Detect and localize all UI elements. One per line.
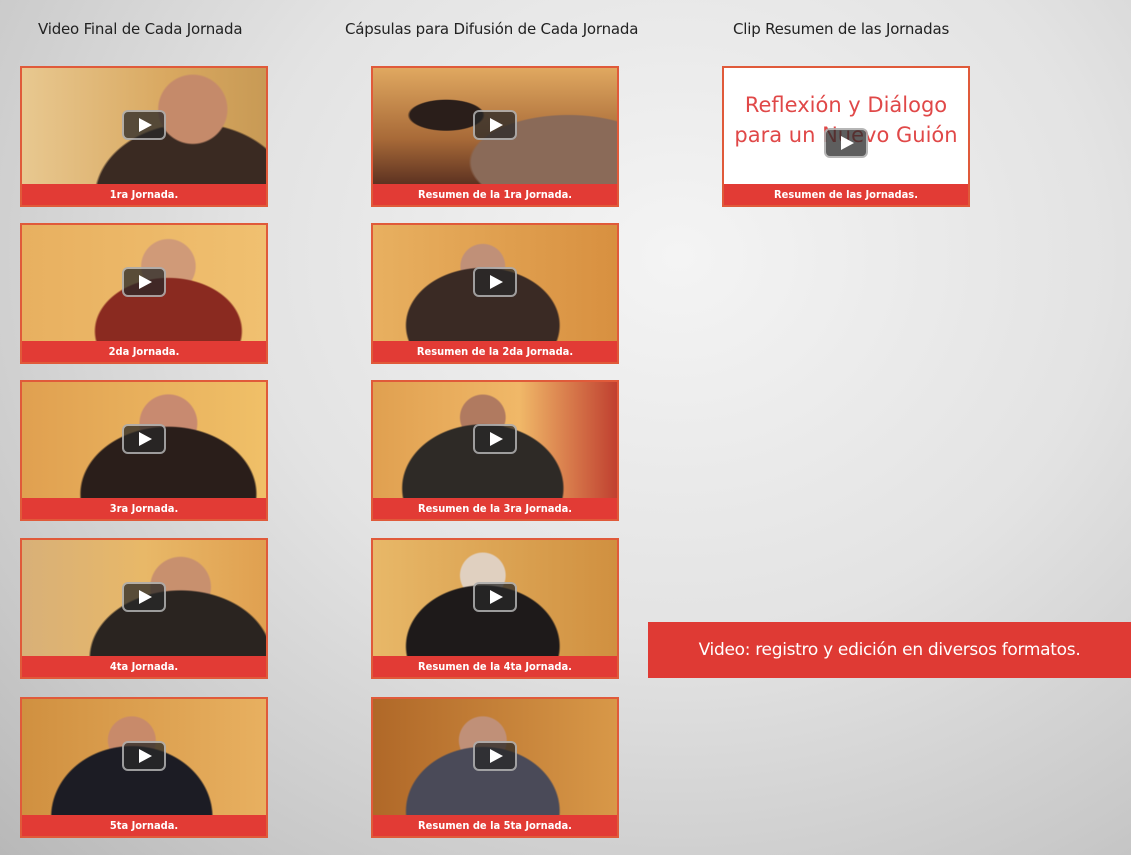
play-icon[interactable]: [473, 110, 517, 140]
video-caption: Resumen de la 1ra Jornada.: [373, 184, 617, 205]
video-caption: 4ta Jornada.: [22, 656, 266, 677]
video-thumb-capsule-1[interactable]: Resumen de la 1ra Jornada.: [371, 66, 619, 207]
video-thumb-capsule-4[interactable]: Resumen de la 4ta Jornada.: [371, 538, 619, 679]
play-icon[interactable]: [473, 424, 517, 454]
play-icon[interactable]: [122, 110, 166, 140]
video-thumb-final-5[interactable]: 5ta Jornada.: [20, 697, 268, 838]
video-caption: 2da Jornada.: [22, 341, 266, 362]
video-caption: Resumen de la 4ta Jornada.: [373, 656, 617, 677]
video-caption: Resumen de la 3ra Jornada.: [373, 498, 617, 519]
video-caption: Resumen de la 5ta Jornada.: [373, 815, 617, 836]
play-icon[interactable]: [473, 582, 517, 612]
video-thumb-capsule-5[interactable]: Resumen de la 5ta Jornada.: [371, 697, 619, 838]
video-thumb-capsule-2[interactable]: Resumen de la 2da Jornada.: [371, 223, 619, 364]
video-services-banner: Video: registro y edición en diversos fo…: [648, 622, 1131, 678]
video-caption: 1ra Jornada.: [22, 184, 266, 205]
video-thumb-final-2[interactable]: 2da Jornada.: [20, 223, 268, 364]
video-thumb-final-3[interactable]: 3ra Jornada.: [20, 380, 268, 521]
video-thumb-final-4[interactable]: 4ta Jornada.: [20, 538, 268, 679]
play-icon[interactable]: [122, 741, 166, 771]
video-thumbnail-image: Reflexión y Diálogo para un Nuevo Guión: [724, 68, 968, 186]
play-icon[interactable]: [473, 267, 517, 297]
column-title-capsulas: Cápsulas para Difusión de Cada Jornada: [345, 20, 639, 38]
play-icon[interactable]: [122, 582, 166, 612]
column-title-clip: Clip Resumen de las Jornadas: [733, 20, 950, 38]
play-icon[interactable]: [473, 741, 517, 771]
video-thumb-final-1[interactable]: 1ra Jornada.: [20, 66, 268, 207]
video-thumb-capsule-3[interactable]: Resumen de la 3ra Jornada.: [371, 380, 619, 521]
play-icon[interactable]: [824, 128, 868, 158]
video-caption: Resumen de las Jornadas.: [724, 184, 968, 205]
video-caption: 3ra Jornada.: [22, 498, 266, 519]
video-caption: Resumen de la 2da Jornada.: [373, 341, 617, 362]
clip-title-line-1: Reflexión y Diálogo: [744, 93, 948, 117]
play-icon[interactable]: [122, 424, 166, 454]
column-title-final: Video Final de Cada Jornada: [38, 20, 243, 38]
video-thumb-clip[interactable]: Reflexión y Diálogo para un Nuevo Guión …: [722, 66, 970, 207]
play-icon[interactable]: [122, 267, 166, 297]
video-caption: 5ta Jornada.: [22, 815, 266, 836]
